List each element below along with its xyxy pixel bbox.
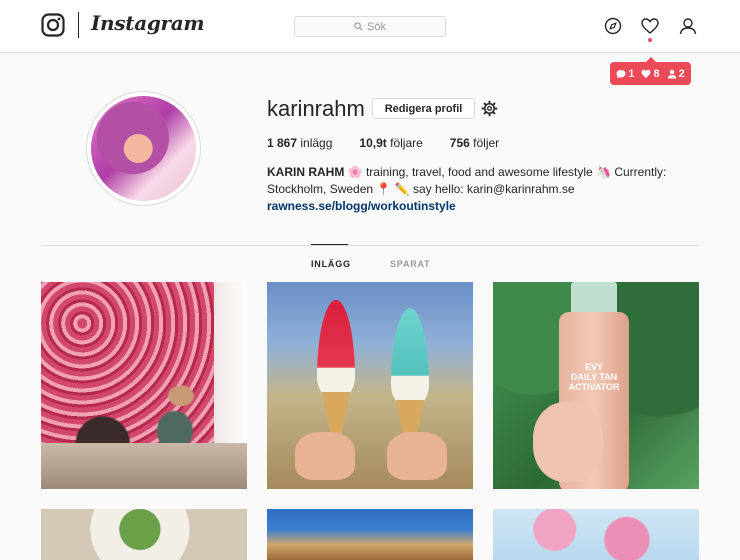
edit-profile-button[interactable]: Redigera profil bbox=[372, 98, 475, 119]
search-icon bbox=[354, 22, 363, 31]
search-placeholder: Sök bbox=[367, 20, 386, 33]
hand bbox=[533, 402, 603, 482]
gear-icon[interactable] bbox=[481, 100, 498, 117]
explore-compass-icon[interactable] bbox=[604, 17, 622, 35]
following-stat[interactable]: 756 följer bbox=[450, 136, 499, 150]
followers-count: 2 bbox=[667, 68, 685, 80]
heart-icon bbox=[641, 69, 651, 78]
post-thumbnail-flower-wall[interactable] bbox=[41, 282, 247, 489]
comments-count: 1 bbox=[616, 68, 634, 80]
post-floor-detail bbox=[41, 443, 247, 489]
bottle-cap bbox=[571, 282, 617, 316]
top-nav: Instagram Sök bbox=[0, 0, 740, 53]
person-icon bbox=[667, 69, 676, 78]
profile-stats: 1 867 inlägg 10,9t följare 756 följer bbox=[267, 136, 526, 150]
instagram-logo-icon[interactable] bbox=[41, 13, 65, 37]
profile-username: karinrahm bbox=[267, 96, 365, 121]
activity-notification-popup[interactable]: 1 8 2 bbox=[610, 57, 691, 85]
hand-right bbox=[387, 432, 447, 480]
tabs-divider bbox=[41, 245, 699, 246]
post-thumbnail-food-plate[interactable] bbox=[41, 509, 247, 560]
logo-divider bbox=[78, 12, 79, 38]
search-input[interactable]: Sök bbox=[294, 16, 446, 37]
avatar[interactable] bbox=[91, 96, 196, 201]
profile-person-icon[interactable] bbox=[679, 17, 697, 35]
profile-bio: KARIN RAHM 🌸 training, travel, food and … bbox=[267, 164, 667, 215]
post-thumbnail-cherry-blossom[interactable] bbox=[493, 509, 699, 560]
post-thumbnail-ice-creams[interactable] bbox=[267, 282, 473, 489]
hand-left bbox=[295, 432, 355, 480]
tab-posts[interactable]: INLÄGG bbox=[311, 259, 351, 269]
heart-activity-icon[interactable] bbox=[641, 17, 659, 35]
bio-link[interactable]: rawness.se/blogg/workoutinstyle bbox=[267, 198, 667, 215]
activity-dot bbox=[648, 38, 652, 42]
tab-saved[interactable]: SPARAT bbox=[390, 259, 430, 269]
ice-cream-red bbox=[317, 300, 355, 462]
comment-bubble-icon bbox=[616, 69, 626, 78]
active-tab-indicator bbox=[311, 244, 348, 245]
bottle-label: EVY DAILY TAN ACTIVATOR bbox=[568, 362, 620, 392]
instagram-wordmark[interactable]: Instagram bbox=[91, 11, 205, 35]
posts-stat: 1 867 inlägg bbox=[267, 136, 333, 150]
post-thumbnail-city-buildings[interactable] bbox=[267, 509, 473, 560]
post-thumbnail-evy-bottle[interactable]: EVY DAILY TAN ACTIVATOR bbox=[493, 282, 699, 489]
bio-name: KARIN RAHM bbox=[267, 165, 345, 179]
likes-count: 8 bbox=[641, 68, 660, 80]
followers-stat[interactable]: 10,9t följare bbox=[359, 136, 422, 150]
